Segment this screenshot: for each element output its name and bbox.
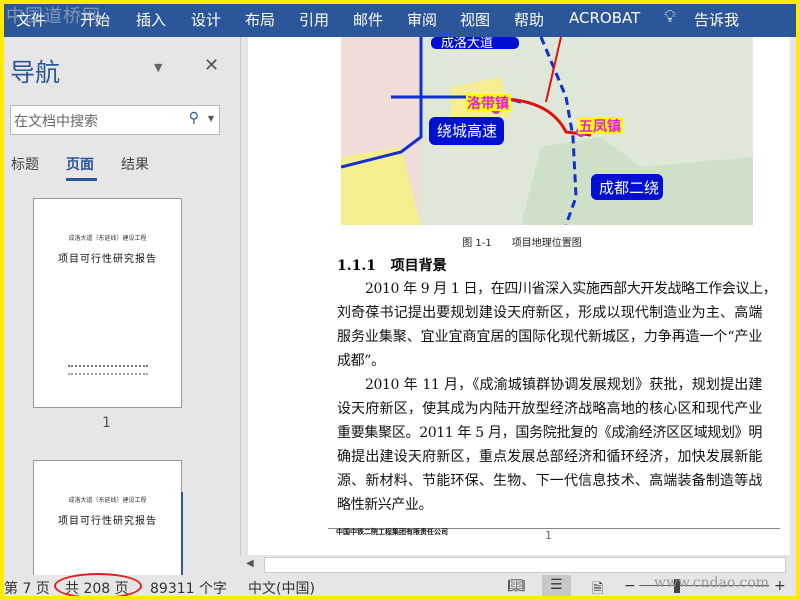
footer-page-number: 1 xyxy=(545,529,552,542)
read-mode-icon[interactable]: 📖︎ xyxy=(507,578,525,594)
map-label-town2: 五凤镇 xyxy=(579,118,621,135)
footer-company: 中国中铁二院工程集团有限责任公司 xyxy=(336,528,448,536)
tab-layout[interactable]: 布局 xyxy=(245,9,275,30)
scroll-thumb[interactable] xyxy=(264,557,786,573)
tell-me-button[interactable]: 告诉我 xyxy=(694,9,739,30)
site-watermark: www.cndao.com xyxy=(654,575,770,591)
tab-references[interactable]: 引用 xyxy=(299,9,329,30)
nav-options-icon[interactable]: ▼ xyxy=(154,61,162,74)
thumb-subtitle: 成洛大道（东延线）建设工程 xyxy=(68,235,147,242)
tab-mailings[interactable]: 邮件 xyxy=(353,9,383,30)
site-watermark-logo: 中国道桥网 xyxy=(6,6,101,27)
map-label-road1: 成洛大道 xyxy=(441,37,493,51)
paragraph-line: 略性新兴产业。 xyxy=(337,497,433,513)
thumb-page-number: 1 xyxy=(102,415,111,431)
active-tab-indicator xyxy=(66,178,97,181)
tab-insert[interactable]: 插入 xyxy=(136,9,166,30)
heading-number: 1.1.1 xyxy=(337,258,376,274)
word-count[interactable]: 89311 个字 xyxy=(150,578,227,596)
thumb-subtitle: 成洛大道（东延线）建设工程 xyxy=(68,497,147,504)
web-layout-icon[interactable]: 🗎︎ xyxy=(592,578,603,596)
paragraph-line: 服务业集聚、宜业宜商宜居的国际化现代新城区，力争再造一个“产业 xyxy=(337,329,762,345)
page-indicator[interactable]: 第 7 页 xyxy=(4,578,50,596)
navigation-pane: 导航 ▼ ✕ 在文档中搜索 ⚲ ▼ 标题 页面 结果 成洛大道（东延线）建设工程… xyxy=(4,37,240,582)
current-page-marker xyxy=(181,492,183,582)
thumb-logo xyxy=(68,365,148,375)
paragraph-line: 2010 年 11 月，《成渝城镇群协调发展规划》获批，规划提出建 xyxy=(365,377,762,393)
print-layout-icon[interactable]: ☰ xyxy=(542,575,571,596)
thumb-title: 项目可行性研究报告 xyxy=(58,516,157,527)
search-placeholder: 在文档中搜索 xyxy=(14,114,98,130)
map-label-road3: 成都二绕 xyxy=(599,179,659,197)
zoom-out-button[interactable]: − xyxy=(624,578,636,594)
language[interactable]: 中文(中国) xyxy=(248,578,315,596)
lightbulb-icon[interactable]: 💡︎ xyxy=(664,7,676,27)
section-heading: 1.1.1 项目背景 xyxy=(337,255,447,275)
paragraph-line: 重要集聚区。2011 年 5 月，国务院批复的《成渝经济区区域规划》明 xyxy=(337,425,762,441)
tab-pages[interactable]: 页面 xyxy=(66,154,94,174)
tab-design[interactable]: 设计 xyxy=(191,9,221,30)
vertical-scrollbar[interactable] xyxy=(790,37,796,557)
thumb-title: 项目可行性研究报告 xyxy=(58,254,157,265)
paragraph-line: 刘奇葆书记提出要规划建设天府新区，形成以现代制造业为主、高端 xyxy=(337,305,762,321)
page-thumbnail-2[interactable]: 成洛大道（东延线）建设工程 项目可行性研究报告 xyxy=(33,460,182,580)
paragraph-line: 2010 年 9 月 1 日，在四川省深入实施西部大开发战略工作会议上， xyxy=(365,281,777,297)
paragraph-line: 成都”。 xyxy=(337,353,385,369)
tab-headings[interactable]: 标题 xyxy=(11,154,39,174)
tab-help[interactable]: 帮助 xyxy=(514,9,544,30)
zoom-in-button[interactable]: + xyxy=(774,578,786,594)
page-thumbnail-1[interactable]: 成洛大道（东延线）建设工程 项目可行性研究报告 xyxy=(33,198,182,408)
nav-title: 导航 xyxy=(10,58,61,87)
map-label-town1: 洛带镇 xyxy=(467,95,509,112)
horizontal-scrollbar[interactable]: ◀ xyxy=(240,555,796,575)
heading-text: 项目背景 xyxy=(390,258,447,274)
word-window: 文件 开始 插入 设计 布局 引用 邮件 审阅 视图 帮助 ACROBAT 💡︎… xyxy=(4,4,796,596)
search-icon[interactable]: ⚲ xyxy=(189,110,199,126)
paragraph-line: 设天府新区，使其成为内陆开放型经济战略高地的核心区和现代产业 xyxy=(337,401,762,417)
close-icon[interactable]: ✕ xyxy=(204,55,219,76)
status-bar: 第 7 页 共 208 页 89311 个字 中文(中国) 📖︎ ☰ 🗎︎ − … xyxy=(4,573,796,596)
tab-view[interactable]: 视图 xyxy=(460,9,490,30)
tab-review[interactable]: 审阅 xyxy=(407,9,437,30)
ribbon: 文件 开始 插入 设计 布局 引用 邮件 审阅 视图 帮助 ACROBAT 💡︎… xyxy=(4,4,796,37)
document-canvas: 成洛大道 绕城高速 成都二绕 洛带镇 五凤镇 图 1-1 项目地理位置图 1.1… xyxy=(248,37,796,557)
tab-acrobat[interactable]: ACROBAT xyxy=(569,9,640,27)
highlight-circle xyxy=(54,573,142,596)
location-map: 成洛大道 绕城高速 成都二绕 洛带镇 五凤镇 xyxy=(341,37,753,225)
scroll-left-icon[interactable]: ◀ xyxy=(246,558,254,569)
figure-caption: 图 1-1 项目地理位置图 xyxy=(462,238,582,249)
tab-results[interactable]: 结果 xyxy=(121,154,149,174)
paragraph-line: 确提出建设天府新区，重点发展总部经济和循环经济，加快发展新能 xyxy=(337,449,762,465)
paragraph-line: 源、新材料、节能环保、生物、下一代信息技术、高端装备制造等战 xyxy=(337,473,762,489)
pane-splitter[interactable] xyxy=(240,37,248,557)
search-dropdown-icon[interactable]: ▼ xyxy=(208,114,214,123)
map-label-road2: 绕城高速 xyxy=(437,122,497,140)
search-input[interactable]: 在文档中搜索 ⚲ ▼ xyxy=(10,105,220,135)
